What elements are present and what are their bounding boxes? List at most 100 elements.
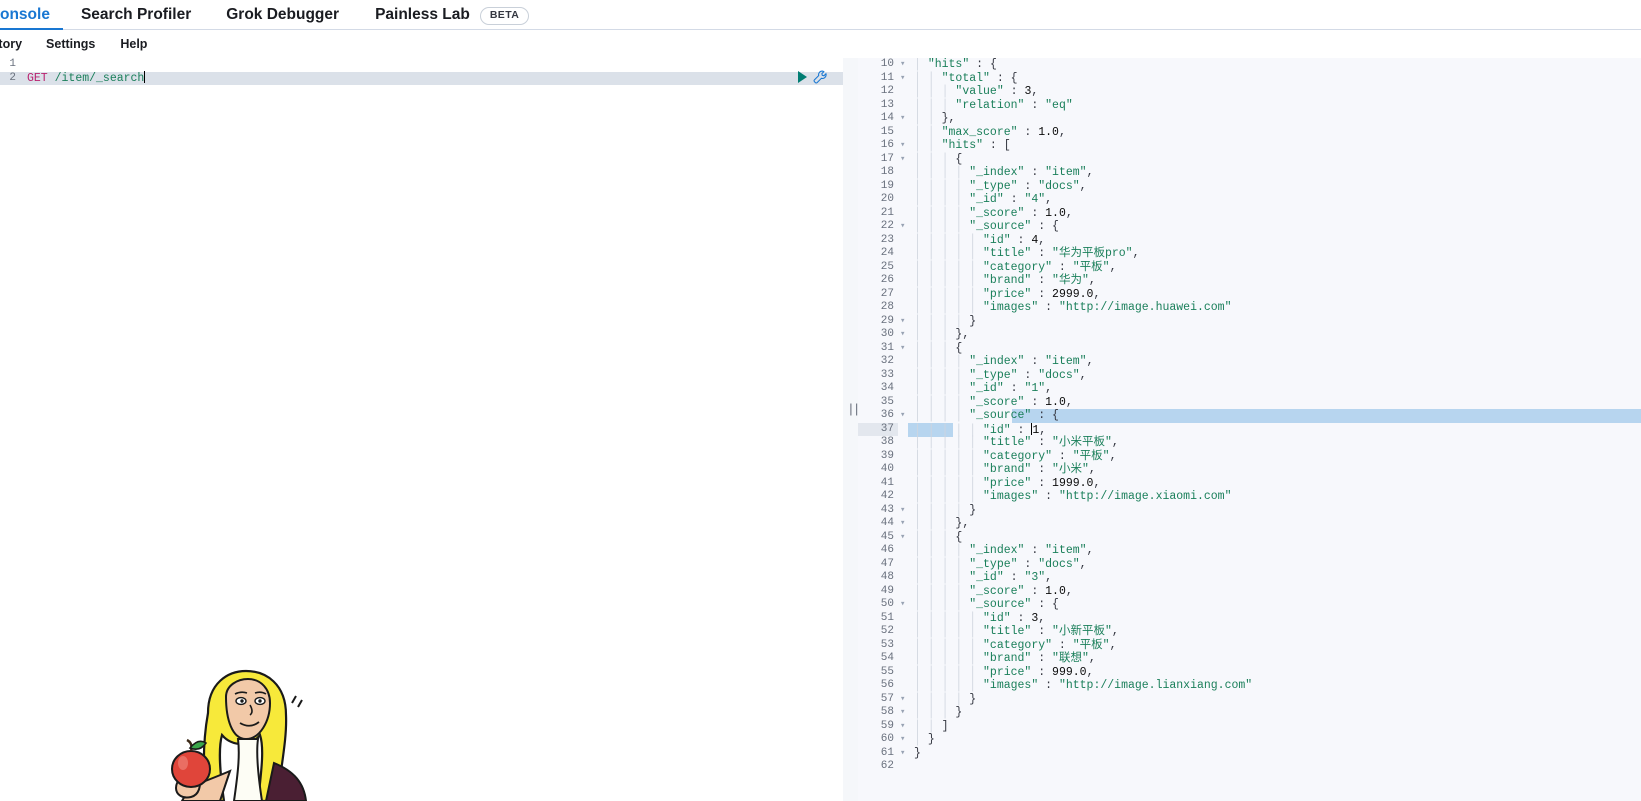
response-line[interactable]: 39 │ │ │ │ │ "category" : "平板", bbox=[858, 449, 1641, 463]
fold-toggle-icon[interactable]: ▾ bbox=[898, 531, 908, 545]
response-line[interactable]: 13 │ │ │ "relation" : "eq" bbox=[858, 98, 1641, 112]
response-pane[interactable]: 10 ▾ │ "hits" : {11 ▾ │ │ "total" : {12 │ │ │… bbox=[858, 58, 1641, 801]
response-lines[interactable]: 10 ▾ │ "hits" : {11 ▾ │ │ "total" : {12 │ │ │… bbox=[858, 58, 1641, 774]
response-line[interactable]: 34 │ │ │ │ "_id" : "1", bbox=[858, 382, 1641, 396]
response-line[interactable]: 26 │ │ │ │ │ "brand" : "华为", bbox=[858, 274, 1641, 288]
fold-toggle-icon[interactable]: ▾ bbox=[898, 598, 908, 612]
fold-toggle-icon[interactable]: ▾ bbox=[898, 328, 908, 342]
response-line-text: │ │ │ │ "_score" : 1.0, bbox=[908, 207, 1641, 221]
response-line[interactable]: 61 ▾} bbox=[858, 746, 1641, 761]
response-line[interactable]: 38 │ │ │ │ │ "title" : "小米平板", bbox=[858, 436, 1641, 450]
response-line[interactable]: 52 │ │ │ │ │ "title" : "小新平板", bbox=[858, 625, 1641, 639]
editor-line[interactable]: 1 bbox=[0, 58, 843, 72]
response-line[interactable]: 12 │ │ │ "value" : 3, bbox=[858, 85, 1641, 99]
response-line-text: │ │ │ │ "_id" : "3", bbox=[908, 571, 1641, 585]
request-editor-lines[interactable]: 1 2 GET /item/_search bbox=[0, 58, 843, 801]
fold-toggle-icon[interactable]: ▾ bbox=[898, 153, 908, 167]
json-string: "4" bbox=[1024, 193, 1046, 206]
response-line[interactable]: 53 │ │ │ │ │ "category" : "平板", bbox=[858, 638, 1641, 652]
json-punctuation: , bbox=[1109, 638, 1117, 652]
response-line[interactable]: 41 │ │ │ │ │ "price" : 1999.0, bbox=[858, 476, 1641, 490]
response-line-number: 46 bbox=[858, 544, 898, 558]
response-line[interactable]: 40 │ │ │ │ │ "brand" : "小米", bbox=[858, 463, 1641, 477]
response-line[interactable]: 15 │ │ "max_score" : 1.0, bbox=[858, 125, 1641, 139]
response-line[interactable]: 51 │ │ │ │ │ "id" : 3, bbox=[858, 611, 1641, 625]
fold-toggle-icon[interactable]: ▾ bbox=[898, 693, 908, 707]
wrench-icon[interactable] bbox=[813, 70, 827, 84]
response-line[interactable]: 11 ▾ │ │ "total" : { bbox=[858, 71, 1641, 86]
response-line-number: 49 bbox=[858, 584, 898, 598]
fold-toggle-icon[interactable]: ▾ bbox=[898, 706, 908, 720]
response-line[interactable]: 17 ▾ │ │ │ { bbox=[858, 152, 1641, 167]
tab-grok-debugger[interactable]: Grok Debugger bbox=[226, 0, 339, 30]
response-line[interactable]: 45 ▾ │ │ │ { bbox=[858, 530, 1641, 545]
response-line[interactable]: 24 │ │ │ │ │ "title" : "华为平板pro", bbox=[858, 247, 1641, 261]
tab-search-profiler[interactable]: Search Profiler bbox=[81, 0, 191, 30]
menu-item-history[interactable]: istory bbox=[0, 37, 22, 51]
menu-item-settings[interactable]: Settings bbox=[46, 37, 95, 51]
response-line[interactable]: 22 ▾ │ │ │ │ "_source" : { bbox=[858, 220, 1641, 234]
play-icon[interactable] bbox=[798, 71, 807, 83]
splitter-handle[interactable]: || bbox=[847, 402, 861, 417]
response-line[interactable]: 49 │ │ │ │ "_score" : 1.0, bbox=[858, 584, 1641, 598]
fold-toggle-icon[interactable]: ▾ bbox=[898, 720, 908, 734]
fold-toggle-icon[interactable]: ▾ bbox=[898, 58, 908, 72]
fold-toggle-icon[interactable]: ▾ bbox=[898, 517, 908, 531]
fold-toggle-icon[interactable]: ▾ bbox=[898, 72, 908, 86]
json-punctuation: : bbox=[1024, 355, 1046, 368]
response-line[interactable]: 56 │ │ │ │ │ "images" : "http://image.lia… bbox=[858, 679, 1641, 693]
response-line[interactable]: 46 │ │ │ │ "_index" : "item", bbox=[858, 544, 1641, 558]
response-line[interactable]: 55 │ │ │ │ │ "price" : 999.0, bbox=[858, 665, 1641, 679]
fold-toggle-icon[interactable]: ▾ bbox=[898, 733, 908, 747]
response-line[interactable]: 25 │ │ │ │ │ "category" : "平板", bbox=[858, 260, 1641, 274]
response-line[interactable]: 27 │ │ │ │ │ "price" : 2999.0, bbox=[858, 287, 1641, 301]
fold-toggle-icon[interactable]: ▾ bbox=[898, 220, 908, 234]
response-line[interactable]: 59 ▾ │ │ ] bbox=[858, 719, 1641, 734]
fold-toggle-icon[interactable]: ▾ bbox=[898, 747, 908, 761]
fold-toggle-icon[interactable]: ▾ bbox=[898, 504, 908, 518]
response-line[interactable]: 37 │ │ │ │ │ "id" : 1, bbox=[858, 422, 1641, 437]
response-line[interactable]: 20 │ │ │ │ "_id" : "4", bbox=[858, 193, 1641, 207]
json-punctuation: } bbox=[969, 314, 977, 328]
response-line[interactable]: 36 ▾ │ │ │ │ "_source" : { bbox=[858, 409, 1641, 423]
response-line[interactable]: 35 │ │ │ │ "_score" : 1.0, bbox=[858, 395, 1641, 409]
response-line[interactable]: 31 ▾ │ │ │ { bbox=[858, 341, 1641, 356]
fold-toggle-icon[interactable]: ▾ bbox=[898, 139, 908, 153]
response-line[interactable]: 42 │ │ │ │ │ "images" : "http://image.xia… bbox=[858, 490, 1641, 504]
response-line[interactable]: 30 ▾ │ │ │ }, bbox=[858, 328, 1641, 342]
response-line[interactable]: 18 │ │ │ │ "_index" : "item", bbox=[858, 166, 1641, 180]
response-line[interactable]: 16 ▾ │ │ "hits" : [ bbox=[858, 139, 1641, 153]
response-line[interactable]: 44 ▾ │ │ │ }, bbox=[858, 517, 1641, 531]
response-line[interactable]: 50 ▾ │ │ │ │ "_source" : { bbox=[858, 598, 1641, 612]
response-line[interactable]: 14 ▾ │ │ }, bbox=[858, 112, 1641, 126]
response-line[interactable]: 29 ▾ │ │ │ │ } bbox=[858, 314, 1641, 329]
fold-toggle-icon[interactable]: ▾ bbox=[898, 112, 908, 126]
response-line[interactable]: 62 bbox=[858, 760, 1641, 774]
pane-splitter[interactable]: || bbox=[843, 58, 861, 801]
response-line[interactable]: 43 ▾ │ │ │ │ } bbox=[858, 503, 1641, 518]
response-line[interactable]: 54 │ │ │ │ │ "brand" : "联想", bbox=[858, 652, 1641, 666]
fold-toggle-icon[interactable]: ▾ bbox=[898, 315, 908, 329]
request-editor-pane[interactable]: 1 2 GET /item/_search bbox=[0, 58, 843, 801]
fold-toggle-icon[interactable]: ▾ bbox=[898, 342, 908, 356]
fold-toggle-icon[interactable]: ▾ bbox=[898, 409, 908, 423]
response-line[interactable]: 48 │ │ │ │ "_id" : "3", bbox=[858, 571, 1641, 585]
response-line[interactable]: 19 │ │ │ │ "_type" : "docs", bbox=[858, 179, 1641, 193]
response-line[interactable]: 10 ▾ │ "hits" : { bbox=[858, 58, 1641, 72]
response-line[interactable]: 28 │ │ │ │ │ "images" : "http://image.hua… bbox=[858, 301, 1641, 315]
tab-painless-lab[interactable]: Painless Lab BETA bbox=[375, 0, 530, 30]
response-line[interactable]: 32 │ │ │ │ "_index" : "item", bbox=[858, 355, 1641, 369]
json-punctuation: : bbox=[1024, 166, 1046, 179]
response-line[interactable]: 57 ▾ │ │ │ │ } bbox=[858, 692, 1641, 707]
tab-console[interactable]: onsole bbox=[0, 0, 63, 30]
response-line-text: │ │ "total" : { bbox=[908, 72, 1641, 86]
json-punctuation: , bbox=[1065, 395, 1073, 409]
menu-item-help[interactable]: Help bbox=[120, 37, 147, 51]
response-line[interactable]: 60 ▾ │ } bbox=[858, 733, 1641, 747]
response-line[interactable]: 33 │ │ │ │ "_type" : "docs", bbox=[858, 368, 1641, 382]
response-line[interactable]: 21 │ │ │ │ "_score" : 1.0, bbox=[858, 206, 1641, 221]
response-line[interactable]: 47 │ │ │ │ "_type" : "docs", bbox=[858, 557, 1641, 571]
response-line[interactable]: 58 ▾ │ │ │ } bbox=[858, 706, 1641, 720]
editor-line[interactable]: 2 GET /item/_search bbox=[0, 71, 843, 85]
response-line[interactable]: 23 │ │ │ │ │ "id" : 4, bbox=[858, 233, 1641, 247]
